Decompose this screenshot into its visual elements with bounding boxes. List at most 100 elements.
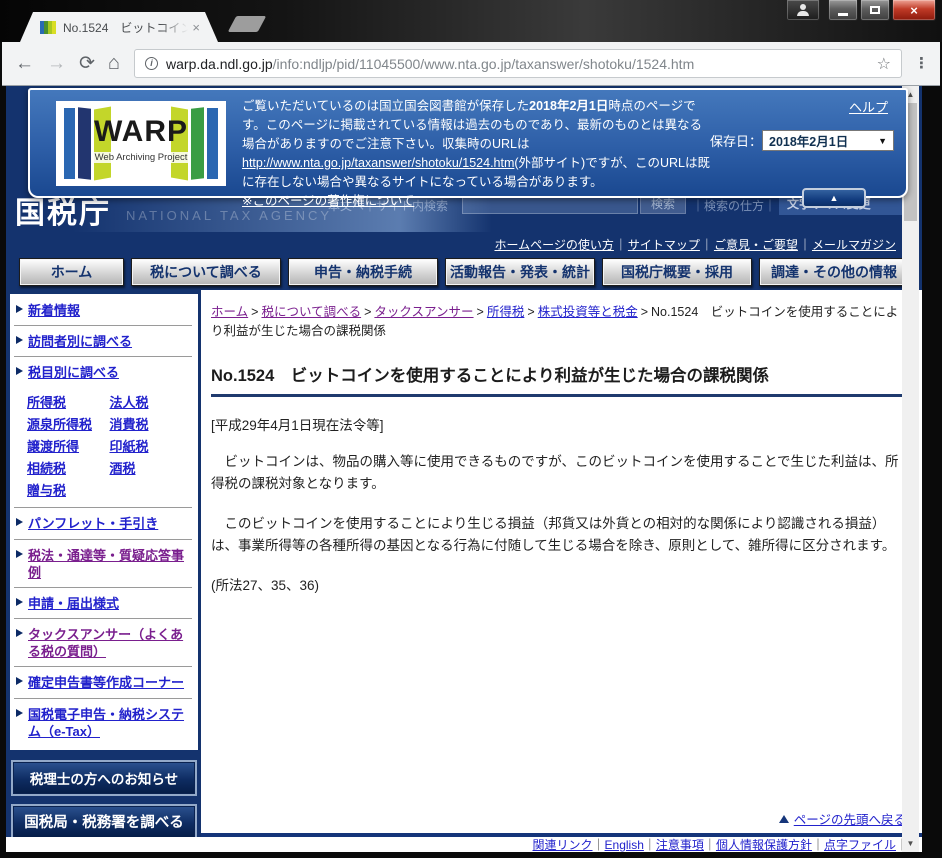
warp-logo-subtitle: Web Archiving Project [92,152,190,163]
triangle-icon [16,677,23,686]
sidebar-item-pamphlet[interactable]: パンフレット・手引き [14,508,192,540]
nav-tax-info[interactable]: 税について調べる [130,258,281,286]
sidebar-link-application[interactable]: 申請・届出様式 [28,595,119,612]
warp-logo[interactable]: WARP Web Archiving Project [56,101,226,186]
tax-link-consumption[interactable]: 消費税 [110,414,193,433]
home-icon[interactable]: ⌂ [108,52,120,75]
footer-privacy[interactable]: 個人情報保護方針 [716,838,812,852]
page-viewport: 国税庁 NATIONAL TAX AGENCY 本文へ｜サイト内検索 検索 ｜検… [6,86,922,852]
triangle-icon [16,708,23,717]
tax-link-corporate[interactable]: 法人税 [110,392,193,411]
copyright-link[interactable]: ※このページの著作権について [242,194,414,208]
link-site-usage[interactable]: ホームページの使い方 [494,238,613,252]
sidebar-link-news[interactable]: 新着情報 [28,302,80,319]
crumb-income-tax[interactable]: 所得税 [487,305,525,319]
tax-accountant-notice-button[interactable]: 税理士の方へのお知らせ [11,759,197,796]
back-icon[interactable]: ← [15,53,34,75]
sidebar-link-pamphlet[interactable]: パンフレット・手引き [28,515,158,532]
archive-notice-text: ご覧いただいているのは国立国会図書館が保存した2018年2月1日時点のページです… [242,99,710,208]
warp-favicon-icon [40,21,56,34]
page-footer: 関連リンク English 注意事項個人情報保護方針点字ファイル [6,837,922,852]
main-content: ホーム税について調べるタックスアンサー所得税株式投資等と税金 No.1524 ビッ… [201,290,922,837]
tax-link-stamp[interactable]: 印紙税 [110,436,193,455]
chrome-menu-icon[interactable]: ⋮ [914,56,929,71]
tax-link-capital-gains[interactable]: 譲渡所得 [27,436,110,455]
paragraph-1: ビットコインは、物品の購入等に使用できるものですが、このビットコインを使用するこ… [211,454,899,492]
nav-overview[interactable]: 国税庁概要・採用 [601,258,752,286]
up-triangle-icon [778,814,789,823]
refresh-icon[interactable]: ⟳ [79,52,95,75]
sidebar-item-news[interactable]: 新着情報 [14,295,192,327]
sidebar-link-etax[interactable]: 国税電子申告・納税システム（e-Tax） [28,706,192,740]
bookmark-star-icon[interactable]: ☆ [877,54,891,74]
forward-icon[interactable]: → [47,53,66,75]
law-status: [平成29年4月1日現在法令等] [211,418,384,434]
sidebar-link-tax-answer[interactable]: タックスアンサー（よくある税の質問） [28,626,192,660]
original-url-link[interactable]: http://www.nta.go.jp/taxanswer/shotoku/1… [242,156,514,170]
browser-tab[interactable]: No.1524 ビットコイン × [20,12,218,42]
nav-procurement[interactable]: 調達・その他の情報 [758,258,909,286]
page-info-icon[interactable]: i [145,57,159,70]
sidebar-item-return-corner[interactable]: 確定申告書等作成コーナー [14,667,192,699]
crumb-stock-investment[interactable]: 株式投資等と税金 [538,305,638,319]
sidebar-item-application[interactable]: 申請・届出様式 [14,588,192,620]
tax-link-withholding[interactable]: 源泉所得税 [27,414,110,433]
global-nav: ホーム 税について調べる 申告・納税手続 活動報告・発表・統計 国税庁概要・採用… [6,258,922,286]
page-scrollbar[interactable]: ▲ ▼ [902,86,919,852]
profile-button[interactable] [786,0,820,21]
tax-type-links: 所得税 源泉所得税 譲渡所得 相続税 贈与税 法人税 消費税 印紙税 酒税 [14,387,193,509]
warp-logo-title: WARP [94,115,188,148]
sidebar-item-etax[interactable]: 国税電子申告・納税システム（e-Tax） [14,699,192,746]
help-link[interactable]: ヘルプ [849,97,888,116]
sidebar-item-tax-law[interactable]: 税法・通達等・質疑応答事例 [14,540,192,588]
tax-link-gift[interactable]: 贈与税 [27,480,110,499]
triangle-icon [16,305,23,313]
triangle-icon [16,518,23,527]
url-bar[interactable]: i warp.da.ndl.go.jp/info:ndljp/pid/11045… [134,49,903,78]
sidebar: 新着情報 訪問者別に調べる 税目別に調べる 所得税 源泉所得税 譲渡所得 相続税… [6,290,201,852]
footer-english[interactable]: English [605,838,644,852]
tab-close-icon[interactable]: × [192,20,200,35]
banner-collapse-button[interactable]: ▲ [802,188,866,208]
link-sitemap[interactable]: サイトマップ [628,238,700,252]
crumb-home[interactable]: ホーム [211,305,248,319]
nav-reports[interactable]: 活動報告・発表・統計 [444,258,595,286]
save-date-label: 保存日： [709,134,762,149]
tax-link-income[interactable]: 所得税 [27,392,110,411]
link-feedback[interactable]: ご意見・ご要望 [714,238,798,252]
sidebar-item-tax-answer[interactable]: タックスアンサー（よくある税の質問） [14,619,192,668]
find-tax-office-button[interactable]: 国税局・税務署を調べる [11,803,197,840]
sidebar-link-tax-law[interactable]: 税法・通達等・質疑応答事例 [28,547,192,581]
footer-notes[interactable]: 注意事項 [656,838,704,852]
back-to-top-link[interactable]: ページの先頭へ戻る [794,809,906,828]
footer-braille[interactable]: 点字ファイル [824,838,896,852]
save-date-select[interactable]: 2018年2月1日 ▼ [762,130,894,151]
browser-body: 国税庁 NATIONAL TAX AGENCY 本文へ｜サイト内検索 検索 ｜検… [0,86,942,858]
warp-archive-banner: WARP Web Archiving Project ご覧いただいているのは国立… [28,88,908,208]
sidebar-link-return-corner[interactable]: 確定申告書等作成コーナー [28,674,184,691]
minimize-button[interactable] [828,0,858,21]
sidebar-item-by-visitor[interactable]: 訪問者別に調べる [14,326,192,358]
nav-home[interactable]: ホーム [19,258,124,286]
new-tab-button[interactable] [227,16,267,32]
crumb-tax-answer[interactable]: タックスアンサー [374,305,473,319]
triangle-icon [16,367,23,376]
tax-link-inheritance[interactable]: 相続税 [27,458,110,477]
scroll-down-icon[interactable]: ▼ [902,835,919,852]
tax-link-liquor[interactable]: 酒税 [110,458,193,477]
page-title: No.1524 ビットコインを使用することにより利益が生じた場合の課税関係 [211,366,769,385]
link-mail-magazine[interactable]: メールマガジン [812,238,896,252]
sidebar-item-by-tax[interactable]: 税目別に調べる [14,357,192,387]
sidebar-menu: 新着情報 訪問者別に調べる 税目別に調べる 所得税 源泉所得税 譲渡所得 相続税… [10,294,198,750]
maximize-button[interactable] [860,0,890,21]
browser-window: No.1524 ビットコイン × × ← → ⟳ ⌂ i warp.da.ndl… [0,0,942,858]
browser-toolbar: ← → ⟳ ⌂ i warp.da.ndl.go.jp/info:ndljp/p… [2,42,940,86]
sidebar-link-by-visitor[interactable]: 訪問者別に調べる [28,333,132,350]
utility-links: ホームページの使い方 サイトマップご意見・ご要望メールマガジン [494,236,910,253]
footer-related-links[interactable]: 関連リンク [533,838,593,852]
url-text: warp.da.ndl.go.jp/info:ndljp/pid/1104550… [166,55,695,72]
close-button[interactable]: × [892,0,936,21]
nav-filing[interactable]: 申告・納税手続 [287,258,438,286]
sidebar-link-by-tax[interactable]: 税目別に調べる [28,364,119,381]
crumb-tax-info[interactable]: 税について調べる [261,305,361,319]
